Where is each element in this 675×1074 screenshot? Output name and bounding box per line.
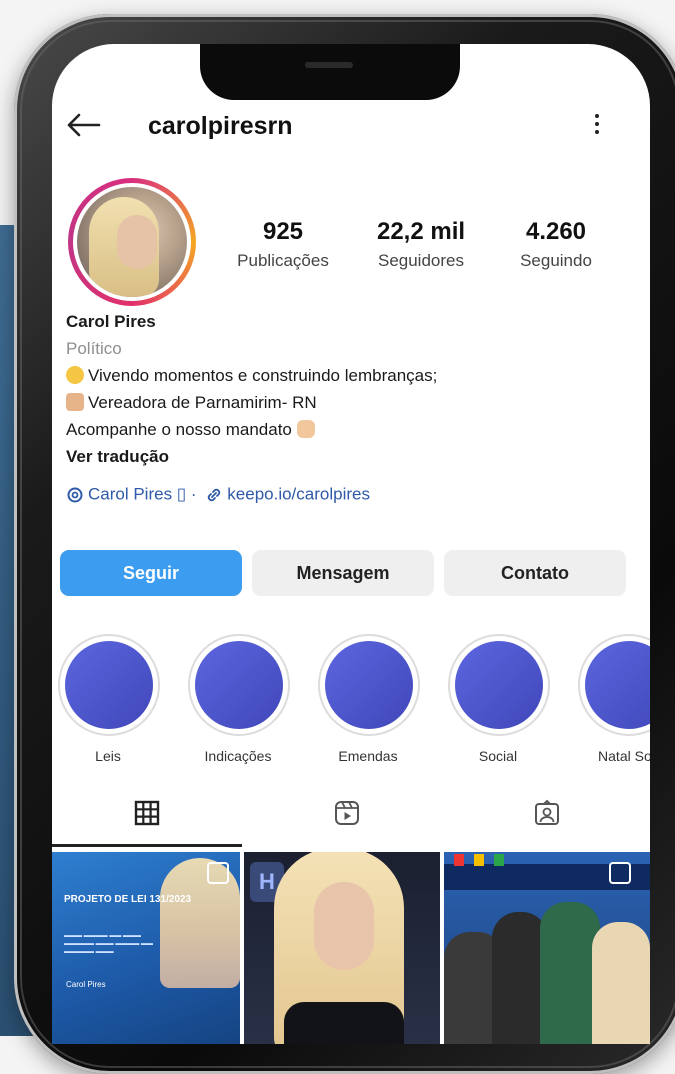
links-separator: · — [186, 484, 202, 504]
website-link[interactable]: keepo.io/carolpires — [227, 485, 370, 504]
stat-posts-label: Publicações — [237, 251, 329, 270]
stat-followers-value: 22,2 mil — [376, 218, 466, 245]
threads-link[interactable]: Carol Pires ▯ — [88, 485, 186, 504]
carousel-icon — [207, 862, 229, 884]
stat-following-label: Seguindo — [520, 251, 592, 270]
story-ring[interactable] — [68, 178, 196, 306]
phone-notch — [200, 44, 460, 100]
reels-icon — [335, 801, 359, 825]
post-title: PROJETO DE LEI 131/2023 — [64, 894, 192, 905]
stat-posts-value: 925 — [262, 218, 304, 245]
profile-links: Carol Pires ▯ · keepo.io/carolpires — [66, 484, 370, 505]
stat-posts[interactable]: 925 Publicações — [220, 218, 346, 276]
highlight-label: Emendas — [338, 748, 398, 764]
stat-followers[interactable]: 22,2 mil Seguidores — [356, 218, 486, 276]
profile-category: Político — [66, 339, 122, 358]
profile-tabs — [52, 784, 650, 847]
pointing-down-emoji-icon — [296, 420, 315, 438]
tab-posts[interactable] — [52, 784, 242, 847]
threads-icon — [67, 487, 83, 503]
bio-line-3: Acompanhe o nosso mandato — [66, 416, 626, 443]
posts-grid: PROJETO DE LEI 131/2023 ▬▬▬ ▬▬▬▬ ▬▬ ▬▬▬ … — [52, 852, 650, 1044]
post-logo: Carol Pires — [66, 980, 106, 989]
profile-bio: Carol Pires Político Vivendo momentos e … — [66, 308, 626, 470]
tagged-icon — [535, 799, 559, 825]
message-button[interactable]: Mensagem — [252, 550, 434, 596]
smile-emoji-icon — [66, 366, 84, 384]
highlight-natal-solidario[interactable]: Natal Soli — [578, 634, 650, 764]
follow-button[interactable]: Seguir — [60, 550, 242, 596]
highlight-label: Social — [478, 748, 518, 764]
tab-tagged[interactable] — [452, 784, 642, 844]
carousel-icon — [609, 862, 631, 884]
bio-line-1: Vivendo momentos e construindo lembrança… — [66, 362, 626, 389]
profile-name: Carol Pires — [66, 312, 156, 331]
profile-header: carolpiresrn — [52, 106, 650, 146]
more-vertical-icon[interactable] — [592, 110, 602, 142]
bio-line-2: Vereadora de Parnamirim- RN — [66, 389, 626, 416]
instagram-profile-screen: carolpiresrn 925 Publicações 22,2 mil Se… — [52, 44, 650, 1044]
highlight-social[interactable]: Social — [448, 634, 550, 764]
highlight-emendas[interactable]: Emendas — [318, 634, 420, 764]
profile-username: carolpiresrn — [148, 112, 293, 140]
grid-icon — [134, 800, 160, 826]
stat-followers-label: Seguidores — [377, 251, 464, 270]
contact-button[interactable]: Contato — [444, 550, 626, 596]
stat-following-value: 4.260 — [525, 218, 587, 245]
avatar-photo — [77, 187, 187, 297]
highlight-indicacoes[interactable]: Indicações — [188, 634, 290, 764]
post-thumbnail[interactable] — [444, 852, 650, 1044]
highlight-leis[interactable]: Leis — [58, 634, 160, 764]
woman-emoji-icon — [66, 393, 84, 411]
highlight-label: Indicações — [204, 748, 272, 764]
highlight-label: Leis — [95, 748, 121, 764]
arrow-left-icon[interactable] — [65, 110, 101, 140]
tab-reels[interactable] — [252, 784, 442, 844]
translate-link[interactable]: Ver tradução — [66, 443, 626, 470]
post-thumbnail[interactable]: H — [244, 852, 440, 1044]
link-icon — [208, 488, 221, 501]
highlight-label: Natal Soli — [598, 748, 650, 764]
post-thumbnail[interactable]: PROJETO DE LEI 131/2023 ▬▬▬ ▬▬▬▬ ▬▬ ▬▬▬ … — [52, 852, 240, 1044]
stat-following[interactable]: 4.260 Seguindo — [498, 218, 614, 276]
avatar — [73, 183, 191, 301]
